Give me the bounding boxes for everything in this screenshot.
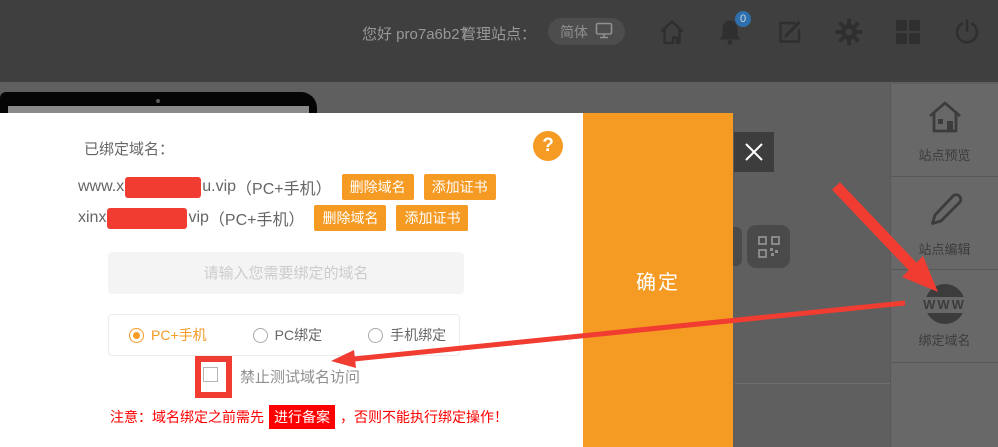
sidebar-item-label: 站点预览 <box>918 145 970 164</box>
sidebar-item-label: 绑定域名 <box>918 330 970 349</box>
bell-icon[interactable]: 0 <box>715 17 745 47</box>
language-label: 简体 <box>560 22 588 42</box>
pencil-icon <box>924 189 966 234</box>
notification-badge: 0 <box>735 11 751 27</box>
radio-label: 手机绑定 <box>390 325 446 345</box>
greeting-text: 您好 pro7a6b27 <box>362 23 468 44</box>
radio-dot <box>368 328 383 343</box>
red-highlight-box <box>195 356 232 398</box>
domain-text-start: www.x <box>78 178 124 196</box>
hidden-button-fragment <box>733 227 742 266</box>
sidebar-item-label: 站点编辑 <box>918 239 970 258</box>
language-pc-view-button[interactable]: 简体 <box>548 18 625 45</box>
sidebar-item-site-edit[interactable]: 站点编辑 <box>891 177 998 270</box>
top-bar: 您好 pro7a6b27 管理站点： 简体 0 <box>0 0 998 82</box>
radio-mobile-only[interactable]: 手机绑定 <box>368 325 446 345</box>
page: 您好 pro7a6b27 管理站点： 简体 0 <box>0 0 998 447</box>
home-icon <box>924 97 966 140</box>
domain-text-end: vip <box>188 209 208 227</box>
right-sidebar: 站点预览 站点编辑 WWW 绑定域名 <box>890 84 998 447</box>
radio-pc-only[interactable]: PC绑定 <box>253 325 322 345</box>
red-scribble-mask <box>107 208 187 229</box>
home-icon[interactable] <box>657 17 687 47</box>
radio-dot <box>253 328 268 343</box>
bound-domain-row: xinx vip（PC+手机） 删除域名 添加证书 <box>78 205 468 231</box>
bound-domain-row: www.x u.vip（PC+手机） 删除域名 添加证书 <box>78 174 496 200</box>
checkbox-label: 禁止测试域名访问 <box>240 366 360 387</box>
warning-note: 注意：域名绑定之前需先 进行备案 ，否则不能执行绑定操作！ <box>110 405 508 429</box>
qr-code-button[interactable] <box>747 225 790 268</box>
note-suffix: ，否则不能执行绑定操作！ <box>340 407 508 427</box>
radio-label: PC绑定 <box>275 325 322 345</box>
delete-domain-button[interactable]: 删除域名 <box>342 174 414 200</box>
add-certificate-button[interactable]: 添加证书 <box>424 174 496 200</box>
radio-dot <box>129 328 144 343</box>
red-scribble-mask <box>125 177 201 198</box>
www-globe-icon: WWW <box>915 283 975 325</box>
grid-apps-icon[interactable] <box>893 17 923 47</box>
add-certificate-button[interactable]: 添加证书 <box>396 205 468 231</box>
domain-text-start: xinx <box>78 209 106 227</box>
domain-device-suffix: （PC+手机） <box>209 206 305 230</box>
bound-domains-label: 已绑定域名： <box>84 138 174 159</box>
radio-label: PC+手机 <box>151 325 207 345</box>
bind-mode-radio-group: PC+手机 PC绑定 手机绑定 <box>108 314 460 356</box>
close-icon[interactable] <box>734 132 774 172</box>
radio-pc-and-mobile[interactable]: PC+手机 <box>129 325 207 345</box>
bind-domain-dialog: 已绑定域名： www.xu.vip（PC+手机） 删除域名 添加证书 xinxv… <box>0 113 583 447</box>
gear-icon[interactable] <box>834 17 864 47</box>
monitor-icon <box>595 22 613 42</box>
camera-dot <box>156 99 160 103</box>
domain-input[interactable] <box>108 252 464 294</box>
power-icon[interactable] <box>952 17 982 47</box>
domain-device-suffix: （PC+手机） <box>236 175 332 199</box>
www-text: WWW <box>917 297 973 313</box>
sidebar-item-site-preview[interactable]: 站点预览 <box>891 84 998 177</box>
manage-site-label: 管理站点： <box>461 23 536 44</box>
sidebar-item-bind-domain[interactable]: WWW 绑定域名 <box>891 270 998 363</box>
filing-link[interactable]: 进行备案 <box>269 405 335 429</box>
domain-text-end: u.vip <box>202 178 236 196</box>
compose-icon[interactable] <box>775 17 805 47</box>
confirm-button[interactable]: 确定 <box>583 113 733 447</box>
note-prefix: 注意：域名绑定之前需先 <box>110 407 264 427</box>
delete-domain-button[interactable]: 删除域名 <box>314 205 386 231</box>
help-button[interactable]: ? <box>533 131 563 161</box>
